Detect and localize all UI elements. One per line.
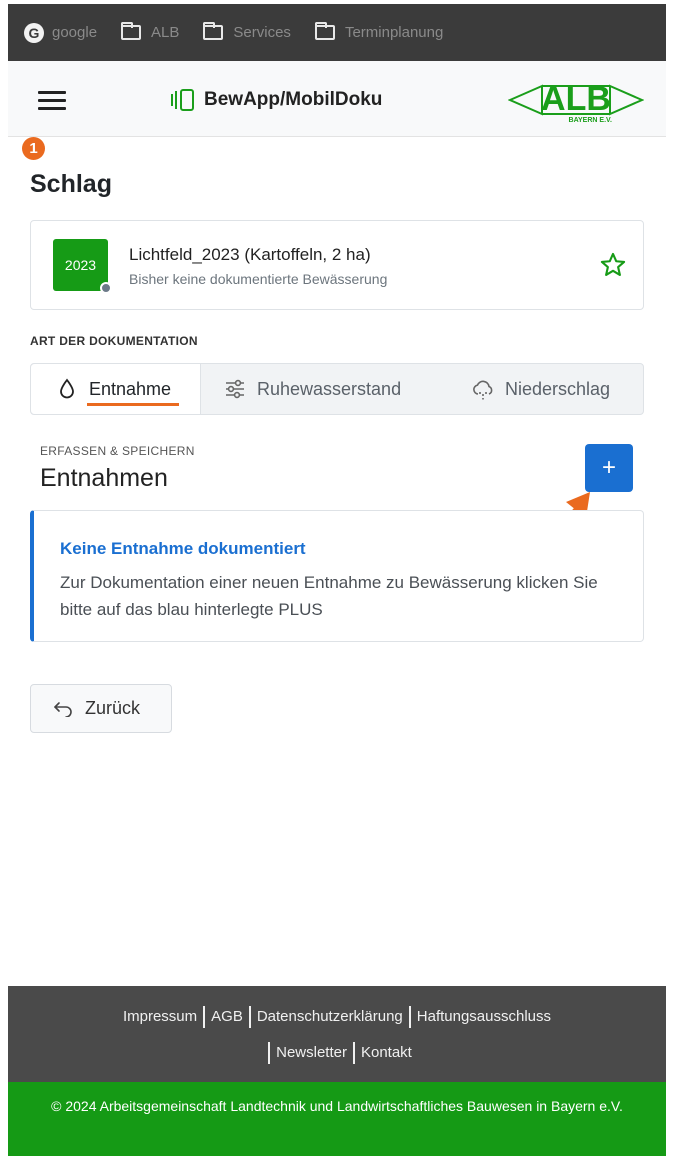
footer-links-row: Impressum AGB Datenschutzerklärung Haftungs… [8,1006,666,1028]
bookmark-terminplanung[interactable]: Terminplanung [314,22,444,41]
svg-text:BAYERN E.V.: BAYERN E.V. [569,117,613,124]
back-arrow-icon [54,701,72,717]
app-header: BewApp/MobilDoku ALB BAYERN E.V. [8,61,666,137]
footer-separator [352,1042,355,1064]
svg-text:ALB: ALB [541,80,611,118]
footer-separator [408,1006,411,1028]
footer-separator [268,1042,271,1064]
folder-icon [314,22,335,40]
alert-title: Keine Entnahme dokumentiert [60,539,306,558]
menu-icon[interactable] [38,91,66,111]
footer-link-agb[interactable]: AGB [211,1008,243,1025]
active-tab-underline [87,403,179,406]
doc-type-label: ART DER DOKUMENTATION [30,334,198,348]
section-title: Entnahmen [40,464,168,492]
footer-link-haftungsausschluss[interactable]: Haftungsausschluss [417,1008,551,1025]
doc-type-tabs: Entnahme Ruhewasserstand Niederschlag [30,363,644,415]
bookmark-label: Terminplanung [344,24,444,41]
back-label: Zurück [85,698,141,718]
year-badge: 2023 [53,239,112,294]
page-title: Schlag [30,170,112,198]
alert-text: Zur Dokumentation einer neuen Entnahme z… [60,573,598,619]
add-entnahme-button[interactable]: + [585,444,633,492]
step-badge: 1 [22,137,45,160]
status-dot [100,282,112,294]
footer-link-newsletter[interactable]: Newsletter [276,1044,347,1061]
folder-icon [203,22,224,40]
footer-link-impressum[interactable]: Impressum [123,1008,197,1025]
field-title: Lichtfeld_2023 (Kartoffeln, 2 ha) [129,245,371,264]
bookmark-google[interactable]: G google [24,22,98,43]
bookmark-label: Services [233,24,291,41]
folder-icon [121,22,142,40]
cloud-rain-icon [473,380,493,400]
mobile-device-icon [170,89,198,111]
bookmark-label: google [52,24,98,41]
footer-separator [203,1006,206,1028]
year-label: 2023 [64,257,97,273]
brand[interactable]: BewApp/MobilDoku [170,89,382,111]
footer-link-kontakt[interactable]: Kontakt [361,1044,412,1061]
star-icon[interactable] [599,251,627,279]
back-button[interactable]: Zurück [30,684,172,733]
droplet-icon [60,378,74,399]
footer-separator [248,1006,251,1028]
tab-label: Ruhewasserstand [257,378,402,399]
google-icon: G [24,22,44,43]
footer-link-datenschutz[interactable]: Datenschutzerklärung [257,1008,403,1025]
section-caption: ERFASSEN & SPEICHERN [40,444,195,458]
bookmark-label: ALB [151,24,180,41]
alb-logo[interactable]: ALB BAYERN E.V. [508,74,644,126]
tab-label: Entnahme [89,378,172,399]
footer: Impressum AGB Datenschutzerklärung Haftungs… [8,986,666,1082]
brand-title: BewApp/MobilDoku [204,89,383,110]
tab-entnahme[interactable]: Entnahme [31,364,201,414]
app-frame: G google ALB Services Terminplanung BewA… [8,4,666,1156]
empty-state-alert: Keine Entnahme dokumentiert Zur Dokument… [30,510,644,642]
copyright: © 2024 Arbeitsgemeinschaft Landtechnik u… [8,1082,666,1156]
tab-ruhewasserstand[interactable]: Ruhewasserstand [201,364,449,414]
bookmark-services[interactable]: Services [203,22,291,41]
bookmarks-bar: G google ALB Services Terminplanung [8,4,666,61]
field-card[interactable]: 2023 Lichtfeld_2023 (Kartoffeln, 2 ha) B… [30,220,644,310]
field-subtitle: Bisher keine dokumentierte Bewässerung [129,271,388,287]
tab-label: Niederschlag [505,378,611,399]
footer-links-row: Newsletter Kontakt [8,1042,666,1064]
sliders-icon [226,379,244,399]
tab-niederschlag[interactable]: Niederschlag [449,364,643,414]
bookmark-alb[interactable]: ALB [121,22,180,41]
